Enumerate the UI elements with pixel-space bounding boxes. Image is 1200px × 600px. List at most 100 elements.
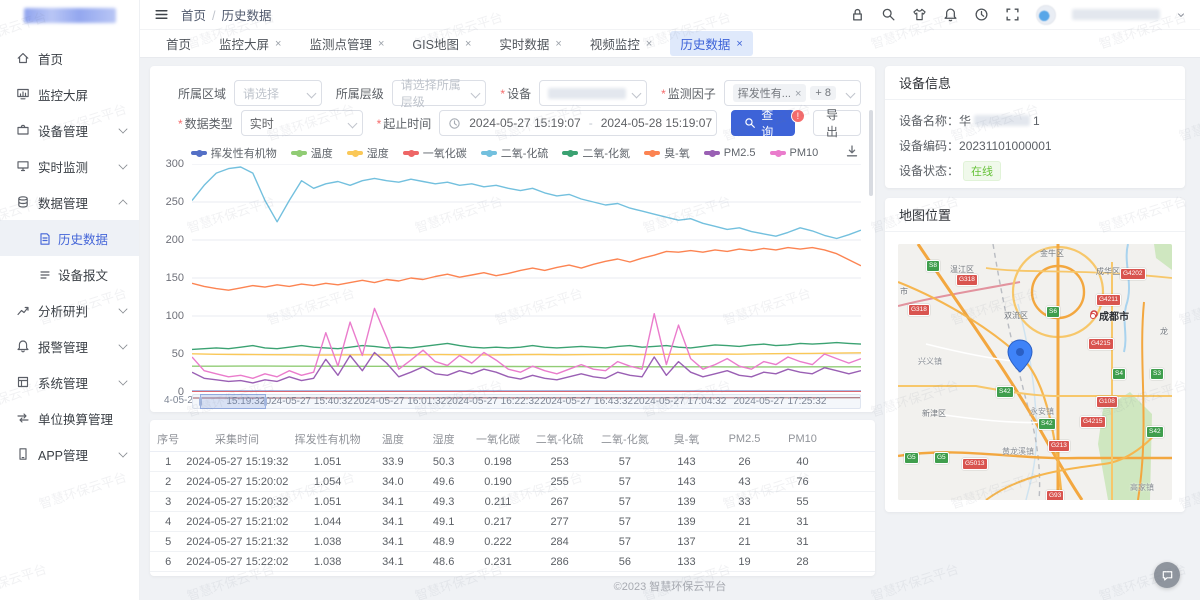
- line-chart[interactable]: 050100150200250300: [164, 164, 861, 392]
- legend-marker: [191, 151, 207, 155]
- cell: 6: [150, 556, 186, 568]
- tab-close-icon[interactable]: ×: [465, 38, 471, 50]
- table-row[interactable]: 32024-05-27 15:20:321.05134.149.30.21126…: [150, 492, 875, 512]
- user-avatar[interactable]: [1036, 5, 1056, 25]
- legend-item-4[interactable]: 二氧-化硫: [481, 145, 549, 161]
- legend-item-7[interactable]: PM2.5: [704, 147, 756, 159]
- tab-6[interactable]: 历史数据×: [670, 31, 752, 56]
- download-icon[interactable]: [845, 144, 859, 158]
- breadcrumb: 首页/历史数据: [181, 5, 272, 24]
- breadcrumb-home[interactable]: 首页: [181, 9, 206, 23]
- datazoom-window[interactable]: [200, 394, 267, 409]
- factor-multiselect[interactable]: 挥发性有...× + 8: [724, 80, 861, 106]
- tab-0[interactable]: 首页: [156, 31, 201, 56]
- chevron-down-icon: [118, 160, 127, 169]
- map-card: 地图位置: [885, 198, 1185, 512]
- bell-icon[interactable]: [943, 7, 958, 22]
- search-icon[interactable]: [881, 7, 896, 22]
- legend-item-6[interactable]: 臭-氧: [644, 145, 690, 161]
- sidebar-item-0[interactable]: 首页: [0, 40, 139, 76]
- factor-more-tag[interactable]: + 8: [810, 86, 836, 100]
- export-button[interactable]: 导出: [813, 110, 861, 136]
- datazoom-slider[interactable]: 15:19:322024-05-27 15:40:322024-05-27 16…: [192, 394, 861, 409]
- cell: 21: [716, 516, 774, 528]
- legend-item-8[interactable]: PM10: [770, 147, 819, 159]
- road-shield-G5: G5: [934, 452, 949, 464]
- road-shield-G108: G108: [1096, 396, 1118, 408]
- sidebar-item-10[interactable]: 单位换算管理: [0, 400, 139, 436]
- sidebar-item-4[interactable]: 数据管理: [0, 184, 139, 220]
- clock-icon[interactable]: [974, 7, 989, 22]
- chat-fab-button[interactable]: [1154, 562, 1180, 588]
- legend-item-1[interactable]: 温度: [291, 145, 333, 161]
- cell: 253: [527, 456, 592, 468]
- breadcrumb-current: 历史数据: [222, 9, 272, 23]
- legend-item-2[interactable]: 湿度: [347, 145, 389, 161]
- cell: 57: [592, 496, 657, 508]
- data-type-select[interactable]: 实时: [241, 110, 363, 136]
- sidebar-item-9[interactable]: 系统管理: [0, 364, 139, 400]
- sidebar-item-11[interactable]: APP管理: [0, 436, 139, 472]
- map[interactable]: 温江区金牛区成华区双流区兴义镇新津区永安镇黄龙溪镇高家镇市龙成都市S8G318G…: [898, 244, 1172, 500]
- sidebar-item-8[interactable]: 报警管理: [0, 328, 139, 364]
- device-select[interactable]: [539, 80, 647, 106]
- table-row[interactable]: 62024-05-27 15:22:021.03834.148.60.23128…: [150, 552, 875, 572]
- time-range-picker[interactable]: 2024-05-27 15:19:07 - 2024-05-28 15:19:0…: [439, 110, 717, 136]
- legend-item-0[interactable]: 挥发性有机物: [191, 145, 277, 161]
- tab-close-icon[interactable]: ×: [275, 38, 281, 50]
- table-row[interactable]: 22024-05-27 15:20:021.05434.049.60.19025…: [150, 472, 875, 492]
- level-select[interactable]: 请选择所属层级: [392, 80, 487, 106]
- tab-close-icon[interactable]: ×: [736, 38, 742, 50]
- tab-close-icon[interactable]: ×: [646, 38, 652, 50]
- region-select[interactable]: 请选择: [234, 80, 322, 106]
- sidebar-item-6[interactable]: 设备报文: [0, 256, 139, 292]
- table-row[interactable]: 12024-05-27 15:19:321.05133.950.30.19825…: [150, 452, 875, 472]
- sidebar-item-label: 首页: [38, 49, 127, 68]
- panel-scrollbar[interactable]: [869, 110, 873, 196]
- search-button[interactable]: 查询: [731, 110, 795, 136]
- tab-3[interactable]: GIS地图 ×: [402, 31, 481, 56]
- sidebar-item-1[interactable]: 监控大屏: [0, 76, 139, 112]
- cell: 43: [716, 476, 774, 488]
- cell: 34.1: [368, 536, 419, 548]
- tag-close-icon[interactable]: ×: [795, 88, 801, 100]
- y-tick-label: 100: [166, 310, 184, 322]
- sidebar-item-label: 系统管理: [38, 373, 119, 392]
- tab-close-icon[interactable]: ×: [555, 38, 561, 50]
- lock-icon[interactable]: [850, 7, 865, 22]
- factor-tag[interactable]: 挥发性有...×: [733, 84, 807, 102]
- sidebar-item-2[interactable]: 设备管理: [0, 112, 139, 148]
- sidebar-item-3[interactable]: 实时监测: [0, 148, 139, 184]
- query-chart-card: 所属区域 请选择 所属层级 请选择所属层级 设备 监测因子 挥发性有...× +…: [150, 66, 875, 412]
- tab-close-icon[interactable]: ×: [378, 38, 384, 50]
- device-code-row: 设备编码：20231101000001: [885, 133, 1185, 158]
- cell: 143: [658, 476, 716, 488]
- x-tick-label: 2024-05-27 16:22:32: [447, 396, 540, 407]
- tab-1[interactable]: 监控大屏×: [209, 31, 291, 56]
- sidebar-item-label: 设备报文: [58, 265, 127, 284]
- legend-item-3[interactable]: 一氧化碳: [403, 145, 467, 161]
- col-header-10: PM10: [774, 433, 832, 445]
- theme-skin-icon[interactable]: [912, 7, 927, 22]
- table-row[interactable]: 42024-05-27 15:21:021.04434.149.10.21727…: [150, 512, 875, 532]
- legend-label: PM2.5: [724, 147, 756, 159]
- tab-5[interactable]: 视频监控×: [580, 31, 662, 56]
- main-area: 首页/历史数据 首页监控大屏×监测点管理×GIS地图×实时数据×视频监控×历史数…: [140, 0, 1200, 600]
- legend-marker: [562, 151, 578, 155]
- chevron-down-icon: [118, 376, 127, 385]
- sidebar-item-label: 设备管理: [38, 121, 119, 140]
- sidebar-item-7[interactable]: 分析研判: [0, 292, 139, 328]
- chevron-down-icon: [846, 89, 856, 99]
- map-label-8: 高家镇: [1130, 482, 1154, 493]
- tab-4[interactable]: 实时数据×: [489, 31, 571, 56]
- tab-2[interactable]: 监测点管理×: [299, 31, 394, 56]
- legend-item-5[interactable]: 二氧-化氮: [562, 145, 630, 161]
- collapse-menu-icon[interactable]: [154, 7, 169, 22]
- tab-label: GIS地图: [412, 34, 459, 53]
- cell: 0.217: [469, 516, 527, 528]
- user-chevron-down-icon[interactable]: [1176, 10, 1186, 20]
- sidebar-item-5[interactable]: 历史数据: [0, 220, 139, 256]
- legend-label: 二氧-化氮: [582, 145, 630, 161]
- fullscreen-icon[interactable]: [1005, 7, 1020, 22]
- table-row[interactable]: 52024-05-27 15:21:321.03834.148.90.22228…: [150, 532, 875, 552]
